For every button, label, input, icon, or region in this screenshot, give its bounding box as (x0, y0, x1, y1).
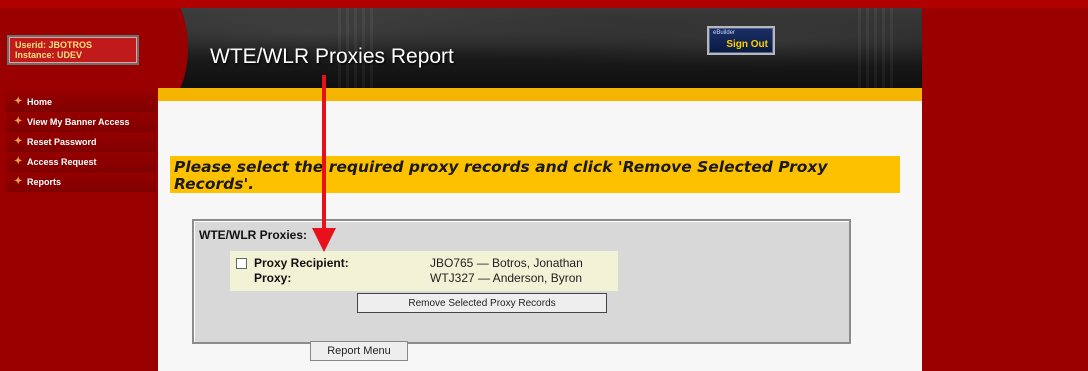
sidebar-nav: ✦ Home ✦ View My Banner Access ✦ Reset P… (6, 92, 156, 192)
sidebar-item-reports[interactable]: ✦ Reports (6, 172, 156, 192)
proxy-record-checkbox[interactable] (236, 258, 247, 269)
signout-label: Sign Out (726, 39, 768, 50)
sidebar-item-home[interactable]: ✦ Home (6, 92, 156, 112)
sidebar-item-label: Reset Password (27, 136, 97, 147)
main-panel: WTE/WLR Proxies Report eBuilder Sign Out… (158, 8, 922, 371)
diamond-bullet-icon: ✦ (14, 116, 23, 127)
page-header: WTE/WLR Proxies Report eBuilder Sign Out (158, 8, 922, 88)
remove-selected-proxy-records-button[interactable]: Remove Selected Proxy Records (357, 293, 607, 313)
header-gold-bar (158, 88, 922, 101)
proxy-label: Proxy: (254, 271, 292, 285)
sign-out-button[interactable]: eBuilder Sign Out (707, 26, 775, 55)
proxy-record: Proxy Recipient: JBO765 — Botros, Jonath… (230, 251, 618, 291)
sidebar-item-label: Reports (27, 176, 62, 187)
instruction-banner: Please select the required proxy records… (170, 156, 900, 193)
proxy-recipient-label: Proxy Recipient: (254, 256, 349, 270)
report-menu-button[interactable]: Report Menu (310, 341, 408, 361)
page-title: WTE/WLR Proxies Report (210, 45, 454, 68)
top-strip (0, 0, 1088, 8)
proxy-recipient-value: JBO765 — Botros, Jonathan (430, 256, 583, 270)
sidebar-item-view-banner-access[interactable]: ✦ View My Banner Access (6, 112, 156, 132)
proxy-value: WTJ327 — Anderson, Byron (430, 271, 583, 285)
sidebar-item-access-request[interactable]: ✦ Access Request (6, 152, 156, 172)
diamond-bullet-icon: ✦ (14, 96, 23, 107)
proxies-panel: WTE/WLR Proxies: Proxy Recipient: JBO765… (192, 219, 851, 344)
sidebar-item-label: Home (27, 96, 53, 107)
proxies-panel-title: WTE/WLR Proxies: (199, 228, 308, 242)
signout-brand-text: eBuilder (713, 30, 736, 36)
sidebar-item-label: Access Request (27, 156, 97, 167)
user-info-box: Userid: JBOTROS Instance: UDEV (7, 35, 139, 65)
diamond-bullet-icon: ✦ (14, 176, 23, 187)
diamond-bullet-icon: ✦ (14, 156, 23, 167)
sidebar-item-label: View My Banner Access (27, 116, 130, 127)
diamond-bullet-icon: ✦ (14, 136, 23, 147)
instance-text: Instance: UDEV (15, 50, 83, 60)
userid-text: Userid: JBOTROS (15, 40, 93, 50)
header-curve-decoration (158, 8, 188, 88)
header-pillar-decoration (858, 8, 898, 88)
sidebar-item-reset-password[interactable]: ✦ Reset Password (6, 132, 156, 152)
